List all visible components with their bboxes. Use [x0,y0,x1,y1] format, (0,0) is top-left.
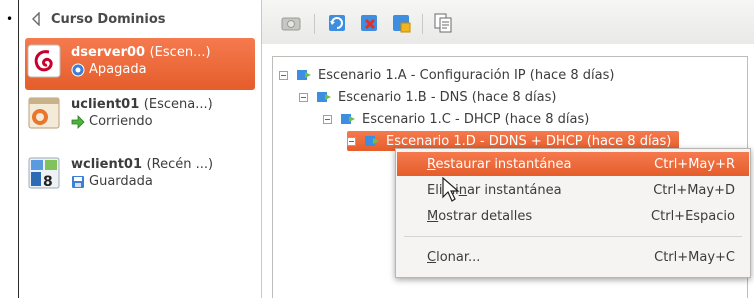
toolbar-separator [422,14,423,34]
vm-list-sidebar: Curso Dominios dserver00 (Escen...) Apag… [19,0,262,298]
vm-item-dserver00[interactable]: dserver00 (Escen...) Apagada [25,38,255,90]
vm-state: Corriendo [71,113,213,130]
toolbar-separator [314,14,315,34]
menu-item-clone[interactable]: Clonar... Ctrl+May+C [397,245,749,269]
snapshot-icon [365,136,379,146]
delete-icon [361,15,377,31]
details-icon [393,15,411,33]
context-menu: Restaurar instantánea Ctrl+May+R Elimina… [395,148,751,278]
restore-icon [329,15,345,31]
list-bullet: • [6,12,14,26]
vm-group-header[interactable]: Curso Dominios [25,4,253,34]
vm-state: Apagada [71,61,211,78]
collapse-toggle[interactable] [299,92,308,102]
tree-node[interactable]: Escenario 1.A - Configuración IP (hace 8… [279,65,614,85]
menu-item-show-details[interactable]: Mostrar detalles Ctrl+Espacio [397,204,749,228]
vm-item-uclient01[interactable]: uclient01 (Escena...) Corriendo [25,90,255,142]
menu-separator [404,236,742,237]
collapse-toggle[interactable] [347,136,356,146]
running-arrow-icon [71,114,85,129]
svg-text:8: 8 [43,174,53,190]
menu-shortcut: Ctrl+May+R [654,156,735,172]
windows8-os-icon: 8 [27,156,61,190]
snapshot-icon [297,70,311,80]
restore-snapshot-button[interactable] [326,12,348,34]
snapshot-icon [317,92,331,102]
snapshot-toolbar [262,0,754,44]
vm-state: Guardada [71,173,213,190]
tree-node[interactable]: Escenario 1.C - DHCP (hace 8 días) [323,109,589,129]
ubuntu-os-icon [27,96,61,130]
saved-state-icon [71,175,85,189]
mouse-pointer-icon [442,177,460,202]
menu-item-restore-snapshot[interactable]: Restaurar instantánea Ctrl+May+R [397,152,749,176]
menu-shortcut: Ctrl+May+C [654,249,735,265]
vm-name: wclient01 (Recén ...) [71,157,214,172]
menu-shortcut: Ctrl+May+D [653,182,735,198]
snapshot-details-button[interactable] [390,12,412,34]
tree-node[interactable]: Escenario 1.B - DNS (hace 8 días) [299,87,556,107]
take-snapshot-button[interactable] [280,12,302,34]
chevron-left-icon[interactable] [31,12,41,26]
vm-name: uclient01 (Escena...) [71,97,213,112]
snapshot-icon [341,114,355,124]
menu-shortcut: Ctrl+Espacio [651,208,735,224]
powered-off-icon [71,63,85,77]
debian-os-icon [27,44,61,78]
clone-button[interactable] [432,12,454,34]
vm-name: dserver00 (Escen...) [71,45,211,60]
collapse-toggle[interactable] [279,70,288,80]
clone-icon [434,13,452,33]
camera-icon [281,17,301,31]
vm-group-label: Curso Dominios [51,11,166,27]
collapse-toggle[interactable] [323,114,332,124]
vm-item-wclient01[interactable]: 8 wclient01 (Recén ...) Guardada [25,150,255,202]
delete-snapshot-button[interactable] [358,12,380,34]
virtualbox-window: Curso Dominios dserver00 (Escen...) Apag… [18,0,754,298]
